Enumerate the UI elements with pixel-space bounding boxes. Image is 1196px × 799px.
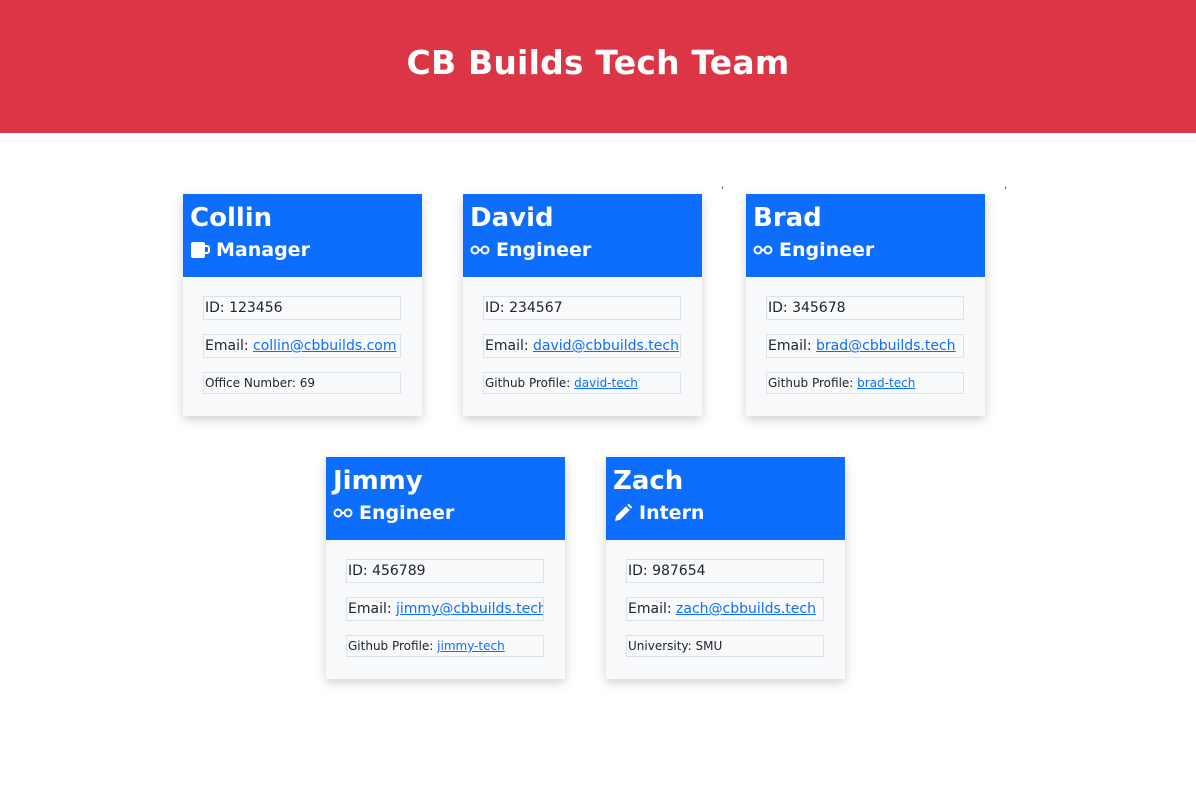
employee-name: Collin <box>190 203 273 233</box>
id-value: 345678 <box>792 300 846 316</box>
email-field: Email: zach@cbbuilds.tech <box>626 597 824 621</box>
employee-role-label: Engineer <box>779 239 875 261</box>
email-field: Email: jimmy@cbbuilds.tech <box>346 597 544 621</box>
id-label: ID: <box>485 300 510 316</box>
github-field: Github Profile: david-tech <box>483 372 681 394</box>
email-label: Email: <box>485 338 534 354</box>
employee-name: David <box>470 203 554 233</box>
github-field: Github Profile: jimmy-tech <box>346 635 544 657</box>
email-label: Email: <box>768 338 817 354</box>
github-field: Github Profile: brad-tech <box>766 372 964 394</box>
stray-comma: , <box>1004 180 1008 191</box>
id-field: ID: 123456 <box>203 296 401 320</box>
office-value: 69 <box>299 376 315 390</box>
mug-icon <box>190 240 210 260</box>
email-field: Email: david@cbbuilds.tech <box>483 334 681 358</box>
employee-name: Zach <box>613 466 684 496</box>
id-label: ID: <box>205 300 230 316</box>
github-link[interactable]: brad-tech <box>857 376 915 390</box>
card-body: ID: 123456 Email: collin@cbbuilds.com Of… <box>183 277 422 394</box>
school-field: University: SMU <box>626 635 824 657</box>
github-link[interactable]: david-tech <box>574 376 638 390</box>
employee-card-collin: Collin Manager ID: 123456 Email: collin@… <box>183 194 422 416</box>
employee-role-label: Intern <box>639 502 705 524</box>
id-field: ID: 234567 <box>483 296 681 320</box>
office-label: Office Number: <box>205 376 300 390</box>
id-value: 456789 <box>372 563 426 579</box>
employee-role: Engineer <box>470 238 695 262</box>
employee-role: Engineer <box>333 501 558 525</box>
page-header: CB Builds Tech Team <box>0 0 1196 133</box>
email-label: Email: <box>205 338 254 354</box>
employee-role: Intern <box>613 501 838 525</box>
card-header: David Engineer <box>463 194 702 277</box>
email-label: Email: <box>628 601 677 617</box>
pencil-icon <box>613 503 633 523</box>
email-link[interactable]: collin@cbbuilds.com <box>253 338 396 354</box>
employee-name: Jimmy <box>333 466 423 496</box>
id-label: ID: <box>768 300 793 316</box>
employee-name: Brad <box>753 203 822 233</box>
glasses-icon <box>333 503 353 523</box>
id-field: ID: 345678 <box>766 296 964 320</box>
page-title: CB Builds Tech Team <box>406 43 790 82</box>
card-body: ID: 987654 Email: zach@cbbuilds.tech Uni… <box>606 540 845 657</box>
school-label: University: <box>628 639 696 653</box>
card-header: Zach Intern <box>606 457 845 540</box>
id-field: ID: 987654 <box>626 559 824 583</box>
card-header: Brad Engineer <box>746 194 985 277</box>
employee-role-label: Manager <box>216 239 310 261</box>
employee-card-brad: Brad Engineer ID: 345678 Email: brad@cbb… <box>746 194 985 416</box>
email-link[interactable]: jimmy@cbbuilds.tech <box>396 601 543 617</box>
employee-card-zach: Zach Intern ID: 987654 Email: zach@cbbui… <box>606 457 845 679</box>
office-field: Office Number: 69 <box>203 372 401 394</box>
employee-card-jimmy: Jimmy Engineer ID: 456789 Email: jimmy@c… <box>326 457 565 679</box>
github-label: Github Profile: <box>485 376 575 390</box>
card-header: Collin Manager <box>183 194 422 277</box>
id-value: 234567 <box>509 300 563 316</box>
email-link[interactable]: zach@cbbuilds.tech <box>676 601 816 617</box>
id-value: 987654 <box>652 563 706 579</box>
stray-comma: , <box>721 180 725 191</box>
github-link[interactable]: jimmy-tech <box>437 639 505 653</box>
card-body: ID: 234567 Email: david@cbbuilds.tech Gi… <box>463 277 702 394</box>
id-label: ID: <box>628 563 653 579</box>
email-link[interactable]: david@cbbuilds.tech <box>533 338 679 354</box>
employee-role-label: Engineer <box>496 239 592 261</box>
school-value: SMU <box>695 639 723 653</box>
glasses-icon <box>753 240 773 260</box>
id-label: ID: <box>348 563 373 579</box>
id-value: 123456 <box>229 300 283 316</box>
github-label: Github Profile: <box>348 639 438 653</box>
employee-role: Engineer <box>753 238 978 262</box>
employee-role-label: Engineer <box>359 502 455 524</box>
github-label: Github Profile: <box>768 376 858 390</box>
employee-role: Manager <box>190 238 415 262</box>
id-field: ID: 456789 <box>346 559 544 583</box>
card-body: ID: 345678 Email: brad@cbbuilds.tech Git… <box>746 277 985 394</box>
email-label: Email: <box>348 601 397 617</box>
card-header: Jimmy Engineer <box>326 457 565 540</box>
email-field: Email: collin@cbbuilds.com <box>203 334 401 358</box>
card-body: ID: 456789 Email: jimmy@cbbuilds.tech Gi… <box>326 540 565 657</box>
email-field: Email: brad@cbbuilds.tech <box>766 334 964 358</box>
email-link[interactable]: brad@cbbuilds.tech <box>816 338 956 354</box>
glasses-icon <box>470 240 490 260</box>
employee-card-david: David Engineer ID: 234567 Email: david@c… <box>463 194 702 416</box>
